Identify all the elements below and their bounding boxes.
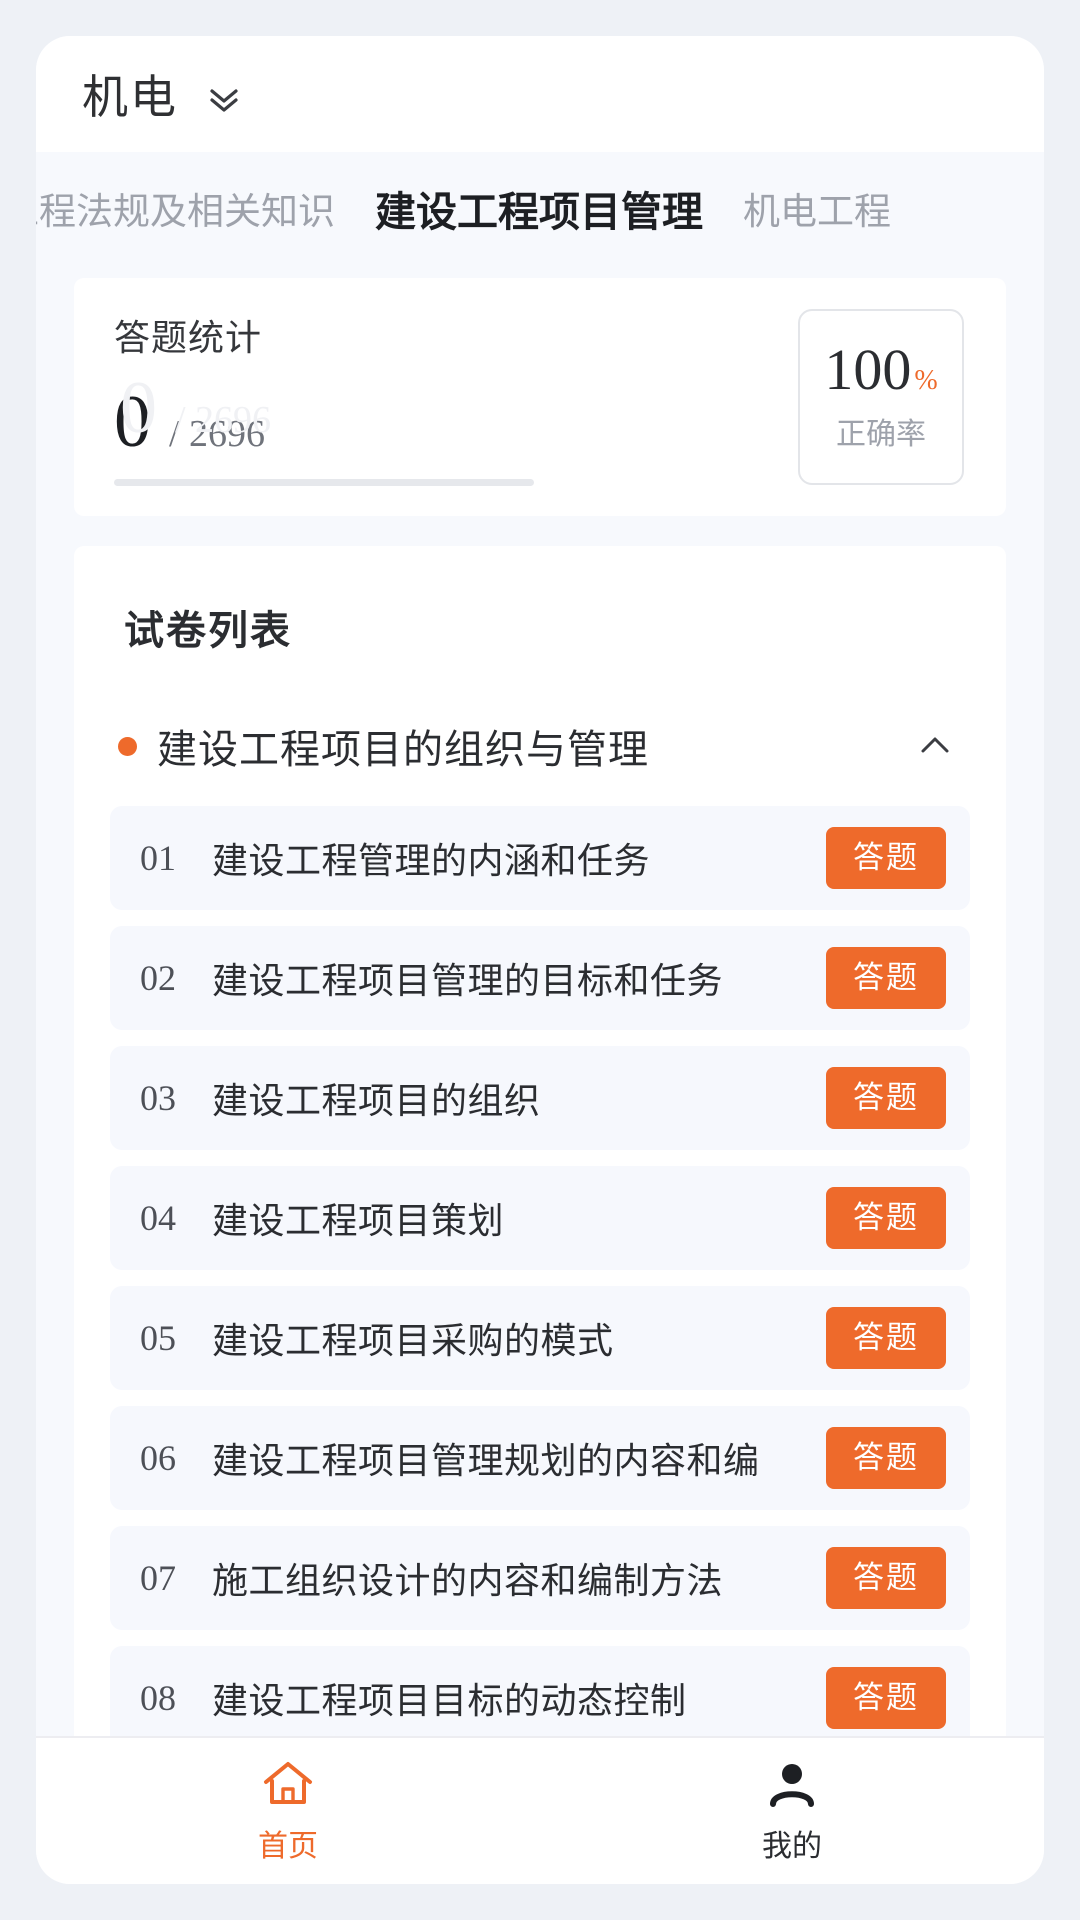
answer-button[interactable]: 答题: [826, 1547, 946, 1609]
answer-button[interactable]: 答题: [826, 1187, 946, 1249]
tab-regulations[interactable]: 工程法规及相关知识: [36, 181, 335, 235]
paper-name: 建设工程项目采购的模式: [212, 1320, 614, 1361]
paper-name: 施工组织设计的内容和编制方法: [212, 1560, 724, 1601]
accuracy-box: 100 % 正确率: [798, 309, 964, 485]
paper-name: 建设工程项目的组织: [212, 1080, 541, 1121]
paper-name: 建设工程管理的内涵和任务: [212, 840, 651, 881]
phone-screen: 机电 工程法规及相关知识 建设工程项目管理 机电工程 答题统计 0 / 2696: [0, 0, 1080, 1920]
nav-item-home[interactable]: 首页: [36, 1758, 540, 1865]
app-header: 机电: [36, 36, 1044, 152]
paper-row[interactable]: 03 建设工程项目的组织 答题: [110, 1046, 970, 1150]
chapter-header[interactable]: 建设工程项目的组织与管理: [118, 718, 958, 774]
nav-label-home: 首页: [258, 1829, 318, 1863]
tab-electromechanical[interactable]: 机电工程: [743, 181, 891, 235]
tab-project-management[interactable]: 建设工程项目管理: [375, 178, 703, 238]
answer-button[interactable]: 答题: [826, 1667, 946, 1729]
paper-row[interactable]: 05 建设工程项目采购的模式 答题: [110, 1286, 970, 1390]
paper-row[interactable]: 06 建设工程项目管理规划的内容和编 答题: [110, 1406, 970, 1510]
paper-name: 建设工程项目策划: [212, 1200, 505, 1241]
answered-counter: 0/ 2696 0 / 2696: [114, 371, 774, 463]
accuracy-value-row: 100 %: [824, 341, 937, 399]
progress-bar: [114, 478, 534, 486]
total-count: / 2696: [169, 412, 266, 455]
paper-rows: 01 建设工程管理的内涵和任务 答题 02 建设工程项目管理的目标和任务 答题 03 建设工程…: [110, 806, 970, 1750]
answer-button[interactable]: 答题: [826, 1427, 946, 1489]
paper-index: 06: [140, 1438, 176, 1478]
answer-button[interactable]: 答题: [826, 947, 946, 1009]
accuracy-value: 100: [824, 337, 912, 402]
bottom-navigation: 首页 我的: [36, 1736, 1044, 1884]
paper-row[interactable]: 02 建设工程项目管理的目标和任务 答题: [110, 926, 970, 1030]
answer-button[interactable]: 答题: [826, 1067, 946, 1129]
person-icon: [763, 1758, 821, 1815]
paper-index: 03: [140, 1078, 176, 1118]
chevron-up-icon[interactable]: [912, 723, 958, 769]
stats-card: 答题统计 0/ 2696 0 / 2696 100 % 正确率: [74, 278, 1006, 516]
paper-list-card: 试卷列表 建设工程项目的组织与管理 01 建设工程管理的内涵和任务 答题 02 建设工程…: [74, 546, 1006, 1884]
paper-index: 04: [140, 1198, 176, 1238]
paper-row[interactable]: 07 施工组织设计的内容和编制方法 答题: [110, 1526, 970, 1630]
paper-name: 建设工程项目目标的动态控制: [212, 1680, 687, 1721]
chapter-name: 建设工程项目的组织与管理: [157, 728, 649, 772]
subject-tabs[interactable]: 工程法规及相关知识 建设工程项目管理 机电工程: [36, 152, 1044, 264]
paper-index: 07: [140, 1558, 176, 1598]
paper-name: 建设工程项目管理的目标和任务: [212, 960, 724, 1001]
nav-item-profile[interactable]: 我的: [540, 1758, 1044, 1865]
paper-row[interactable]: 01 建设工程管理的内涵和任务 答题: [110, 806, 970, 910]
paper-index: 02: [140, 958, 176, 998]
app-shell: 机电 工程法规及相关知识 建设工程项目管理 机电工程 答题统计 0 / 2696: [36, 36, 1044, 1884]
paper-index: 05: [140, 1318, 176, 1358]
paper-index: 01: [140, 838, 176, 878]
paper-list-title: 试卷列表: [124, 609, 292, 653]
paper-name: 建设工程项目管理规划的内容和编: [212, 1440, 760, 1481]
paper-row[interactable]: 04 建设工程项目策划 答题: [110, 1166, 970, 1270]
answer-button[interactable]: 答题: [826, 1307, 946, 1369]
home-icon: [259, 1758, 317, 1815]
stats-label: 答题统计: [114, 316, 263, 358]
paper-row[interactable]: 08 建设工程项目目标的动态控制 答题: [110, 1646, 970, 1750]
accuracy-unit: %: [914, 365, 938, 396]
answered-count: 0: [114, 380, 151, 463]
chapter-bullet-icon: [118, 736, 137, 756]
paper-index: 08: [140, 1678, 176, 1718]
chevron-double-down-icon[interactable]: [204, 80, 244, 120]
nav-label-profile: 我的: [762, 1829, 822, 1863]
accuracy-label: 正确率: [836, 418, 926, 451]
answer-button[interactable]: 答题: [826, 827, 946, 889]
stats-left: 答题统计 0/ 2696 0 / 2696: [114, 309, 798, 486]
page-title: 机电: [82, 71, 178, 123]
